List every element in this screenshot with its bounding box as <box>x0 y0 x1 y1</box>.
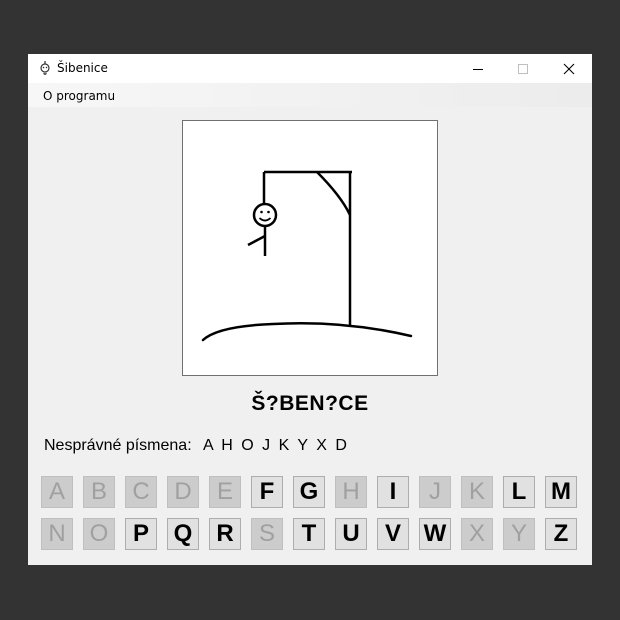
key-k-button: K <box>461 476 493 508</box>
gallows-canvas <box>182 120 438 376</box>
close-icon <box>563 63 575 74</box>
key-t-button[interactable]: T <box>293 518 325 550</box>
hangman-arm-left <box>247 234 266 247</box>
hangman-drawing <box>201 170 413 342</box>
key-o-button: O <box>83 518 115 550</box>
key-e-button: E <box>209 476 241 508</box>
key-r-button[interactable]: R <box>209 518 241 550</box>
hangman-eye-left <box>260 210 263 214</box>
key-g-button[interactable]: G <box>293 476 325 508</box>
key-m-button[interactable]: M <box>545 476 577 508</box>
menu-bar: O programu <box>28 83 592 107</box>
minimize-icon <box>473 68 483 70</box>
app-window: Šibenice O programu Š?BEN?CE Nesprávné p… <box>28 54 592 565</box>
menu-item-about[interactable]: O programu <box>43 89 115 103</box>
wrong-letters-list: A H O J K Y X D <box>203 437 349 454</box>
key-c-button: C <box>125 476 157 508</box>
key-p-button[interactable]: P <box>125 518 157 550</box>
key-h-button: H <box>335 476 367 508</box>
ground-hill <box>201 321 413 342</box>
key-w-button[interactable]: W <box>419 518 451 550</box>
key-z-button[interactable]: Z <box>545 518 577 550</box>
key-q-button[interactable]: Q <box>167 518 199 550</box>
maximize-icon <box>518 63 528 74</box>
wrong-letters-label: Nesprávné písmena: <box>44 437 192 454</box>
title-bar[interactable]: Šibenice <box>28 54 592 83</box>
hangman-eye-right <box>267 210 270 214</box>
key-l-button[interactable]: L <box>503 476 535 508</box>
key-j-button: J <box>419 476 451 508</box>
key-y-button: Y <box>503 518 535 550</box>
letter-keyboard: ABCDEFGHIJKLM NOPQRSTUVWXYZ <box>41 476 581 556</box>
close-button[interactable] <box>546 54 592 83</box>
key-n-button: N <box>41 518 73 550</box>
hangman-head <box>252 202 278 228</box>
key-b-button: B <box>83 476 115 508</box>
key-x-button: X <box>461 518 493 550</box>
minimize-button[interactable] <box>455 54 501 83</box>
key-a-button: A <box>41 476 73 508</box>
key-d-button: D <box>167 476 199 508</box>
maximize-button <box>500 54 546 83</box>
key-u-button[interactable]: U <box>335 518 367 550</box>
key-s-button: S <box>251 518 283 550</box>
key-i-button[interactable]: I <box>377 476 409 508</box>
key-f-button[interactable]: F <box>251 476 283 508</box>
window-title: Šibenice <box>57 61 108 75</box>
app-icon <box>37 60 53 76</box>
key-v-button[interactable]: V <box>377 518 409 550</box>
masked-word: Š?BEN?CE <box>251 392 369 415</box>
gallows-brace <box>316 171 352 216</box>
